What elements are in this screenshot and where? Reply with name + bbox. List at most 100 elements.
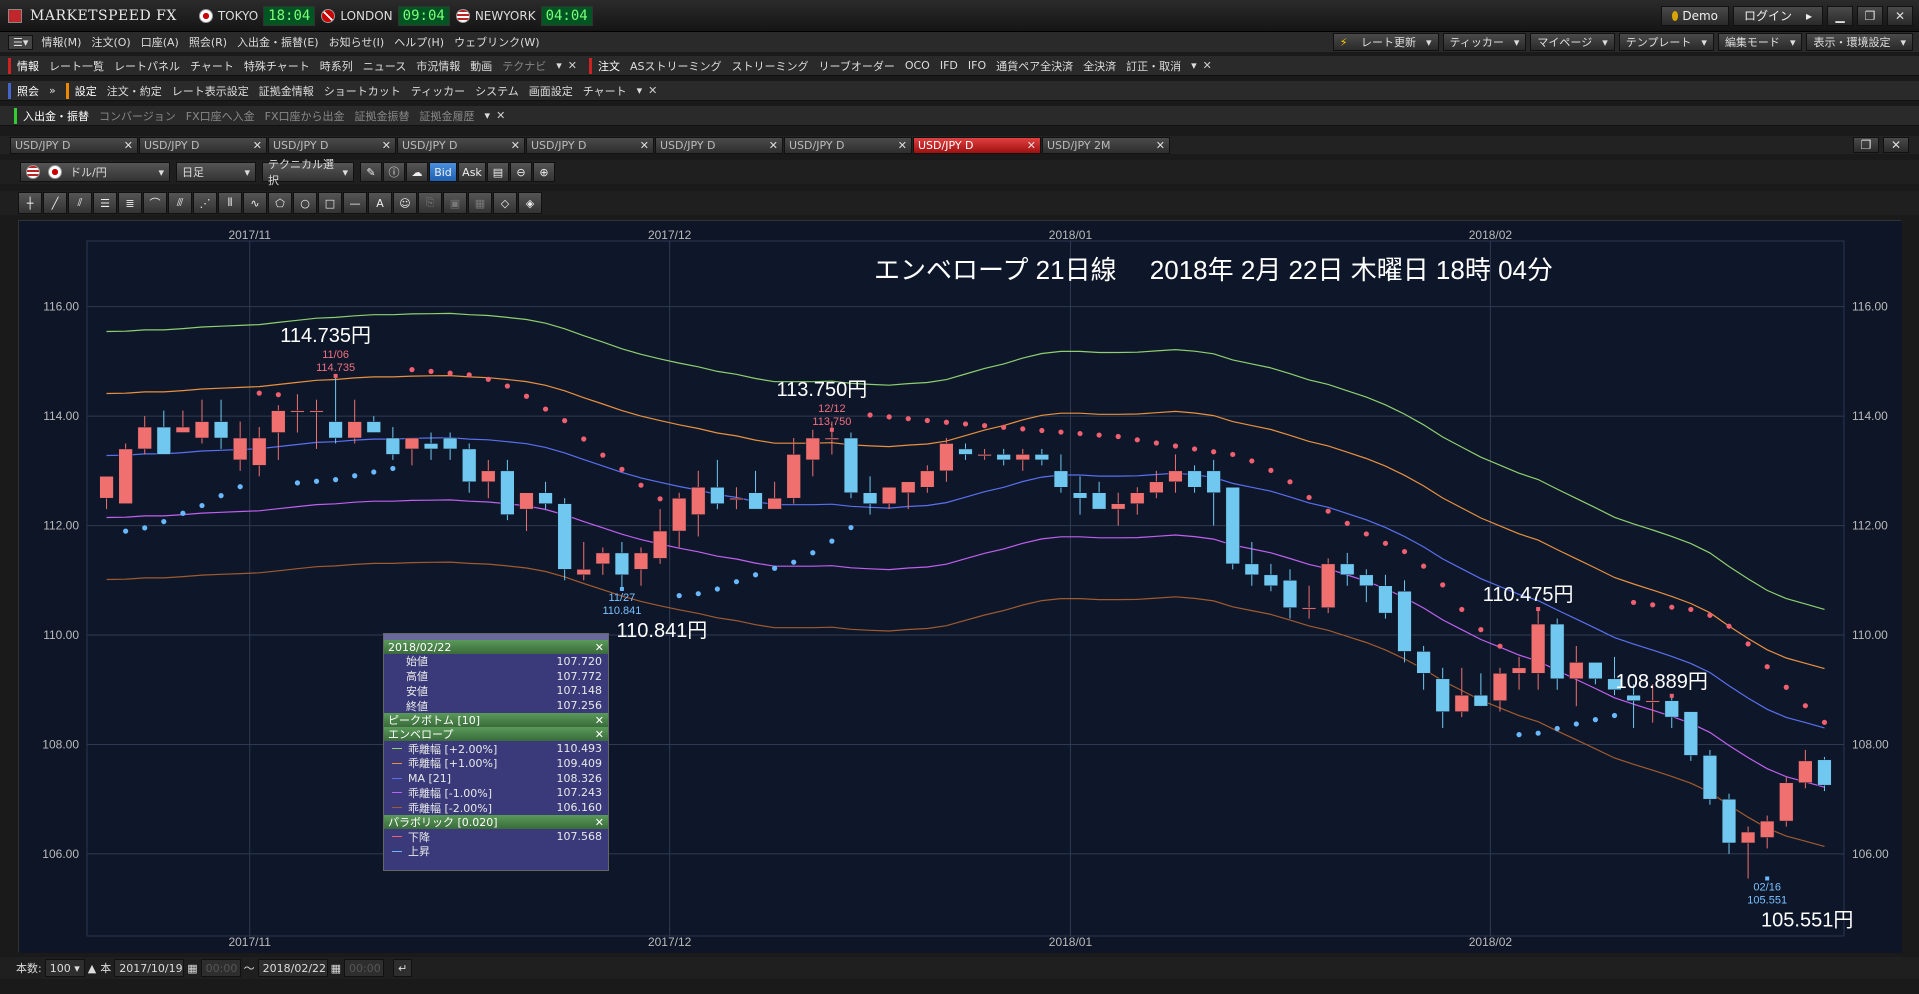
toolbar-item[interactable]: レートパネル [114, 58, 180, 74]
minimize-button[interactable]: ▁ [1827, 5, 1853, 26]
toolbar-item[interactable]: 証拠金履歴 [420, 108, 475, 124]
close-icon[interactable]: ✕ [595, 728, 604, 741]
menu-item-help[interactable]: ヘルプ(H) [394, 34, 444, 50]
pitchfork-icon[interactable]: ⋰ [193, 192, 217, 214]
toolbar-item[interactable]: 注文・約定 [107, 83, 162, 99]
pencil-icon[interactable]: ✎ [360, 162, 382, 182]
toolbar-item[interactable]: テクナビ [502, 58, 546, 74]
toolbar-item[interactable]: ティッカー [411, 83, 465, 99]
edit-mode-button[interactable]: 編集モード ▾ [1717, 33, 1803, 51]
close-icon[interactable]: ✕ [769, 139, 778, 152]
toolbar-item[interactable]: チャート [190, 58, 234, 74]
save-icon[interactable]: ▦ [468, 192, 492, 214]
toolbar-item[interactable]: チャート [583, 83, 627, 99]
toolbar-item[interactable]: IFD [940, 59, 958, 72]
toolbar-item[interactable]: IFO [968, 59, 986, 72]
menu-item-info[interactable]: 情報(M) [41, 34, 81, 50]
rectangle-icon[interactable]: □ [318, 192, 342, 214]
toolbar-item[interactable]: ニュース [363, 58, 406, 74]
toolbar-item[interactable]: ストリーミング [732, 58, 809, 74]
toolbar-item[interactable]: レート一覧 [49, 58, 104, 74]
toolbar-item[interactable]: コンバージョン [99, 108, 176, 124]
ticker-button[interactable]: ティッカー ▾ [1442, 33, 1527, 51]
display-settings-button[interactable]: 表示・環境設定 ▾ [1806, 33, 1913, 51]
wave-icon[interactable]: ∿ [243, 192, 267, 214]
tab-chart[interactable]: USD/JPY D ✕ [784, 136, 912, 154]
template-button[interactable]: テンプレート ▾ [1618, 33, 1714, 51]
from-date-input[interactable]: 2017/10/19 [114, 959, 185, 977]
emoji-icon[interactable]: ☺ [393, 192, 417, 214]
demo-button[interactable]: Demo [1661, 5, 1729, 26]
copy-icon[interactable]: ⎘ [418, 192, 442, 214]
close-icon[interactable]: ✕ [496, 109, 505, 122]
close-icon[interactable]: ✕ [568, 59, 577, 72]
currency-pair-select[interactable]: ドル/円 ▾ [20, 162, 170, 182]
gann-icon[interactable]: ⫻ [168, 192, 192, 214]
info-icon[interactable]: ⓘ [383, 162, 405, 182]
close-icon[interactable]: ✕ [595, 714, 604, 727]
menu-item-order[interactable]: 注文(O) [91, 34, 130, 50]
data-window[interactable]: 2018/02/22 ✕ 始値 107.720 高値 107.772 安値 107.14… [383, 633, 609, 871]
count-up-icon[interactable]: ▲ [88, 962, 96, 975]
close-icon[interactable]: ✕ [1156, 139, 1165, 152]
count-select[interactable]: 100 ▾ [44, 959, 85, 977]
circle-icon[interactable]: ○ [293, 192, 317, 214]
tab-chart[interactable]: USD/JPY D ✕ [139, 136, 267, 154]
price-chart[interactable]: 116.00 116.00 114.00 114.00 112.00 112.00 110.… [19, 221, 1902, 953]
close-icon[interactable]: ✕ [595, 641, 604, 654]
toolbar-item[interactable]: FX口座へ入金 [186, 108, 255, 124]
toolbar-item[interactable]: リーブオーダー [819, 58, 895, 74]
toolbar-item[interactable]: 市況情報 [416, 58, 460, 74]
refresh-button[interactable]: ↵ [393, 959, 413, 977]
toolbar-item[interactable]: 訂正・取消 [1126, 58, 1181, 74]
to-time-input[interactable]: 00:00 [344, 959, 385, 977]
close-icon[interactable]: ✕ [511, 139, 520, 152]
dropdown-icon[interactable]: ▾ [637, 84, 643, 97]
horizontal-line-icon[interactable]: — [343, 192, 367, 214]
from-time-input[interactable]: 00:00 [200, 959, 241, 977]
close-icon[interactable]: ✕ [124, 139, 133, 152]
toolbar-item[interactable]: ASストリーミング [630, 58, 722, 74]
login-button[interactable]: ログイン ▸ [1733, 5, 1823, 26]
zoom-in-icon[interactable]: ⊕ [533, 162, 555, 182]
toolbar-item[interactable]: 通貨ペア全決済 [996, 58, 1073, 74]
tab-chart[interactable]: USD/JPY D ✕ [526, 136, 654, 154]
window-restore-button[interactable]: ❐ [1853, 137, 1879, 153]
erase-all-icon[interactable]: ◈ [518, 192, 542, 214]
chart-area[interactable]: 116.00 116.00 114.00 114.00 112.00 112.00 110.… [18, 220, 1902, 953]
toolbar-item[interactable]: ショートカット [324, 83, 401, 99]
toolbar-item[interactable]: FX口座から出金 [265, 108, 345, 124]
ask-button[interactable]: Ask [458, 162, 486, 182]
toolbar-item[interactable]: 画面設定 [529, 83, 573, 99]
toolbar-item[interactable]: 全決済 [1083, 58, 1116, 74]
menu-item-inquiry[interactable]: 照会(R) [189, 34, 227, 50]
eraser-icon[interactable]: ◇ [493, 192, 517, 214]
mypage-button[interactable]: マイページ ▾ [1530, 33, 1615, 51]
fan-icon[interactable]: ⌒ [143, 192, 167, 214]
pentagon-icon[interactable]: ⬠ [268, 192, 292, 214]
area-chart-icon[interactable]: ☁ [406, 162, 428, 182]
tab-chart[interactable]: USD/JPY D ✕ [397, 136, 525, 154]
toolbar-item[interactable]: システム [475, 83, 519, 99]
close-icon[interactable]: ✕ [595, 816, 604, 829]
technical-select[interactable]: テクニカル選択 ▾ [262, 158, 354, 187]
chart-settings-icon[interactable]: ▤ [487, 162, 509, 182]
to-date-input[interactable]: 2018/02/22 [257, 959, 328, 977]
close-icon[interactable]: ✕ [648, 84, 657, 97]
tab-chart-active[interactable]: USD/JPY D ✕ [913, 136, 1041, 154]
vertical-lines-icon[interactable]: ⦀ [218, 192, 242, 214]
menu-item-notice[interactable]: お知らせ(I) [329, 34, 385, 50]
text-icon[interactable]: A [368, 192, 392, 214]
toolbar-item[interactable]: レート表示設定 [172, 83, 249, 99]
toolbar-item[interactable]: OCO [905, 59, 930, 72]
close-icon[interactable]: ✕ [640, 139, 649, 152]
trendline-icon[interactable]: ╱ [43, 192, 67, 214]
toolbar-item[interactable]: 特殊チャート [244, 58, 310, 74]
toolbar-item[interactable]: 動画 [470, 58, 492, 74]
close-icon[interactable]: ✕ [382, 139, 391, 152]
dropdown-icon[interactable]: » [49, 84, 56, 97]
dropdown-icon[interactable]: ▾ [556, 59, 562, 72]
close-icon[interactable]: ✕ [898, 139, 907, 152]
close-button[interactable]: ✕ [1887, 5, 1913, 26]
menu-item-weblink[interactable]: ウェブリンク(W) [454, 34, 539, 50]
